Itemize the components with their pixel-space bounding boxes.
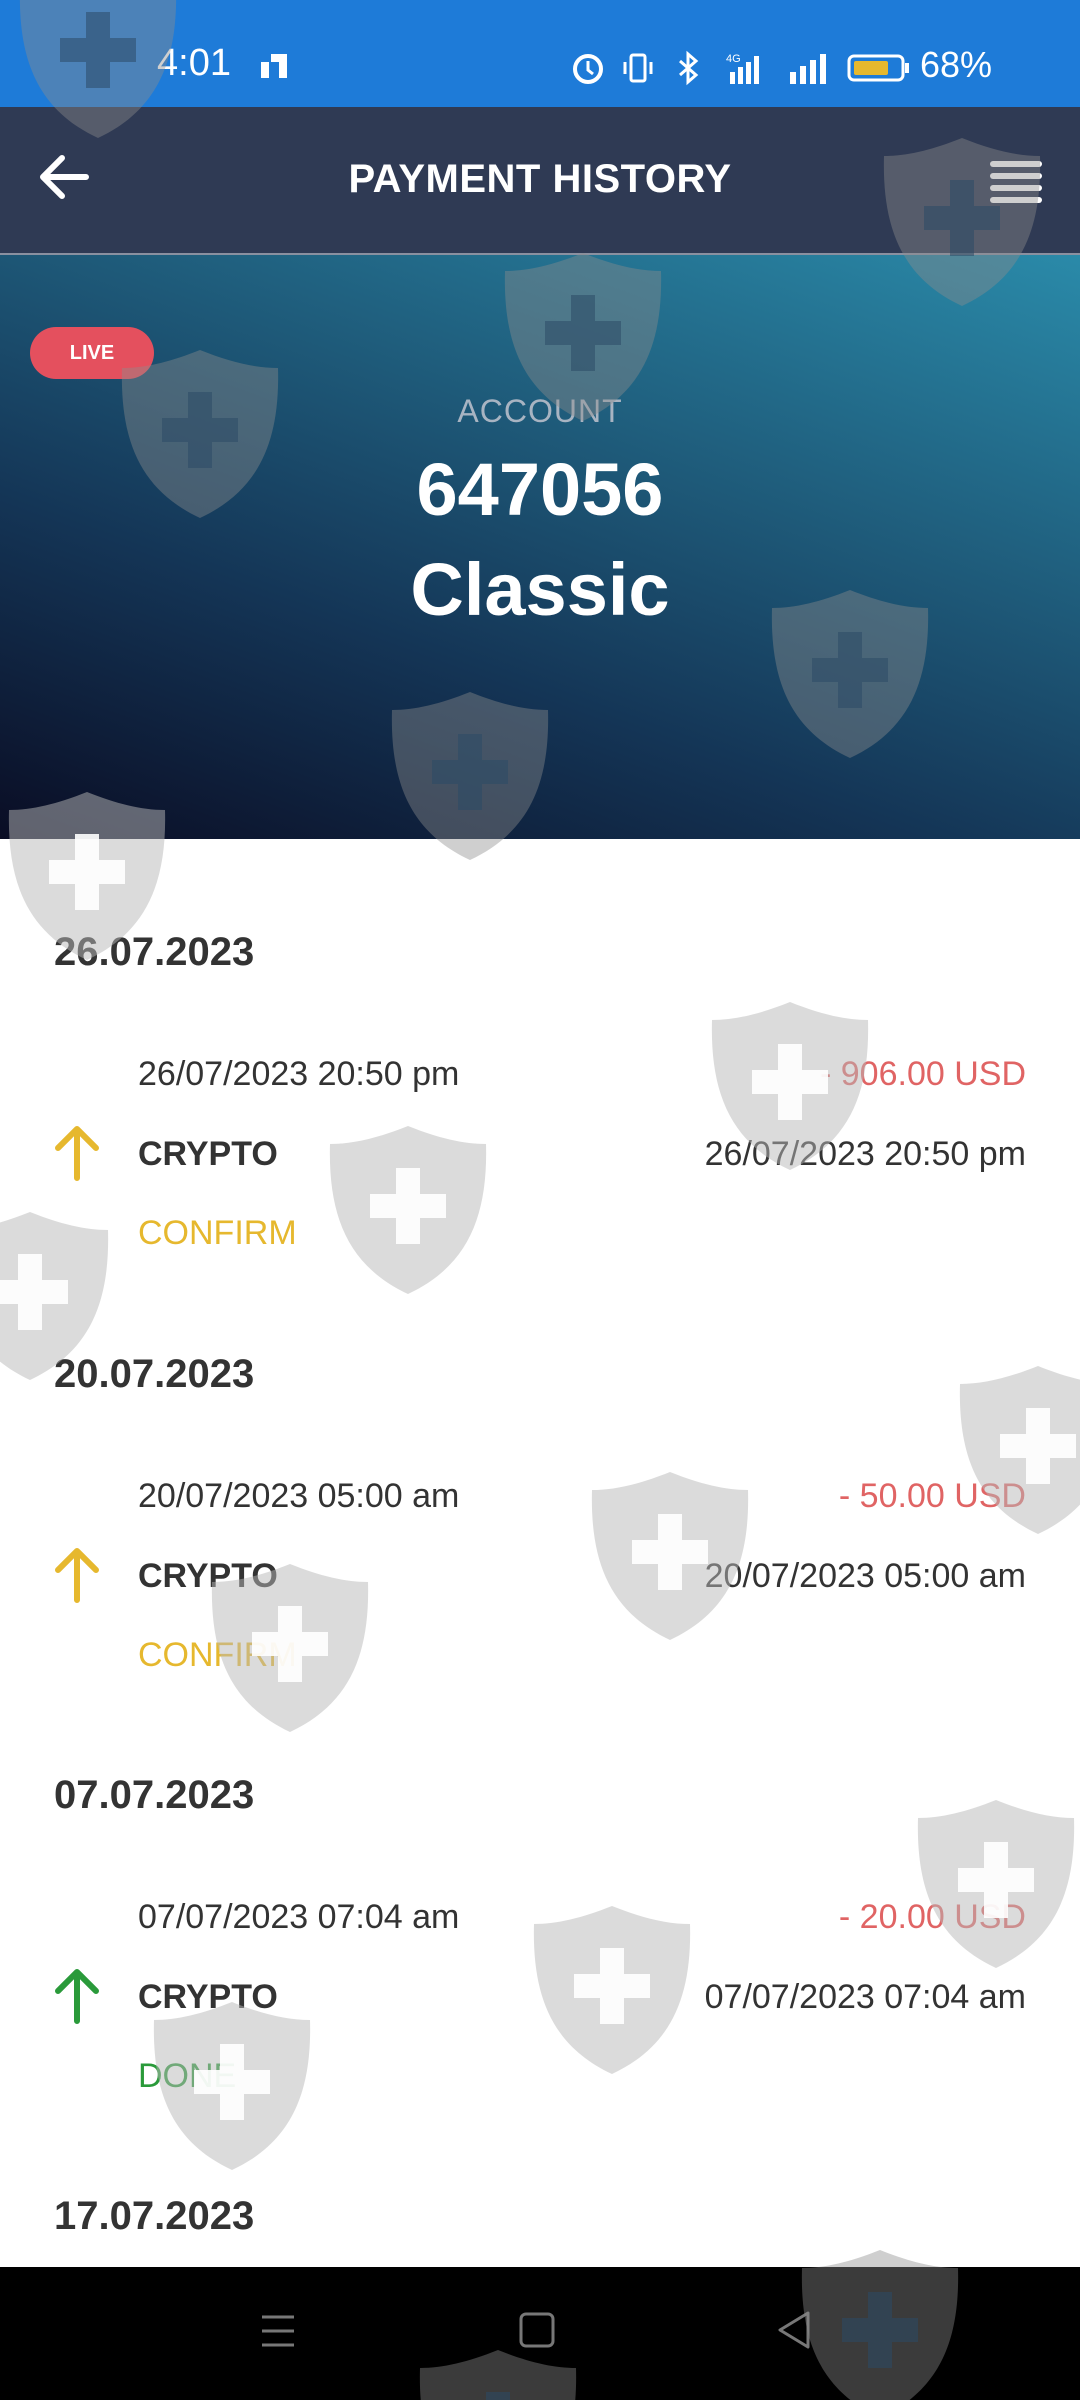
status-icons: 4G	[570, 50, 912, 86]
transaction-amount: - 906.00 USD	[820, 1055, 1026, 1093]
transaction-datetime: 26/07/2023 20:50 pm	[138, 1055, 460, 1093]
home-icon[interactable]	[518, 2311, 556, 2349]
arrow-up-icon	[55, 1126, 99, 1181]
transaction-method: CRYPTO	[138, 1978, 278, 2016]
account-type: Classic	[410, 548, 670, 631]
transaction-datetime-secondary: 20/07/2023 05:00 am	[704, 1557, 1026, 1595]
battery-icon	[847, 54, 909, 82]
status-bar: 4:01 4G 68%	[0, 0, 1080, 107]
transaction-status: DONE	[138, 2057, 237, 2095]
transaction-status: CONFIRM	[138, 1636, 297, 1674]
system-nav-bar	[0, 2267, 1080, 2400]
transaction-amount: - 50.00 USD	[838, 1477, 1026, 1515]
transaction-status: CONFIRM	[138, 1214, 297, 1252]
page-title: PAYMENT HISTORY	[348, 157, 732, 201]
signal-4g-icon: 4G	[726, 53, 759, 84]
recents-icon[interactable]	[258, 2311, 298, 2351]
signal-icon	[790, 54, 826, 84]
transaction-datetime-secondary: 07/07/2023 07:04 am	[704, 1978, 1026, 2016]
nav-back-icon[interactable]	[776, 2309, 812, 2351]
transaction-amount: - 20.00 USD	[838, 1898, 1026, 1936]
arrow-up-icon	[55, 1969, 99, 2024]
transaction-method: CRYPTO	[138, 1557, 278, 1595]
menu-icon[interactable]	[988, 159, 1044, 205]
app-header: PAYMENT HISTORY	[0, 107, 1080, 255]
battery-percent: 68%	[920, 44, 993, 85]
account-number: 647056	[416, 448, 664, 531]
transaction-method: CRYPTO	[138, 1135, 278, 1173]
payment-list[interactable]: 26.07.2023 26/07/2023 20:50 pm - 906.00 …	[0, 839, 1080, 2267]
bluetooth-icon	[679, 50, 699, 86]
transaction-datetime: 20/07/2023 05:00 am	[138, 1477, 460, 1515]
account-label: ACCOUNT	[457, 393, 623, 429]
transaction-datetime: 07/07/2023 07:04 am	[138, 1898, 460, 1936]
live-badge: LIVE	[30, 327, 154, 379]
transaction-row[interactable]: 26/07/2023 20:50 pm - 906.00 USD CRYPTO …	[0, 930, 1080, 1270]
transaction-row[interactable]: 07/07/2023 07:04 am - 20.00 USD CRYPTO 0…	[0, 1773, 1080, 2113]
vibrate-icon	[623, 53, 653, 83]
arrow-up-icon	[55, 1548, 99, 1603]
transaction-row[interactable]: 20/07/2023 05:00 am - 50.00 USD CRYPTO 2…	[0, 1352, 1080, 1692]
account-banner: LIVE ACCOUNT 647056 Classic	[0, 255, 1080, 839]
alarm-icon	[573, 54, 603, 84]
notification-icon	[261, 54, 287, 78]
transaction-datetime-secondary: 26/07/2023 20:50 pm	[704, 1135, 1026, 1173]
group-date: 17.07.2023	[54, 2194, 255, 2238]
svg-text:4G: 4G	[726, 53, 741, 65]
status-time: 4:01	[157, 42, 231, 84]
